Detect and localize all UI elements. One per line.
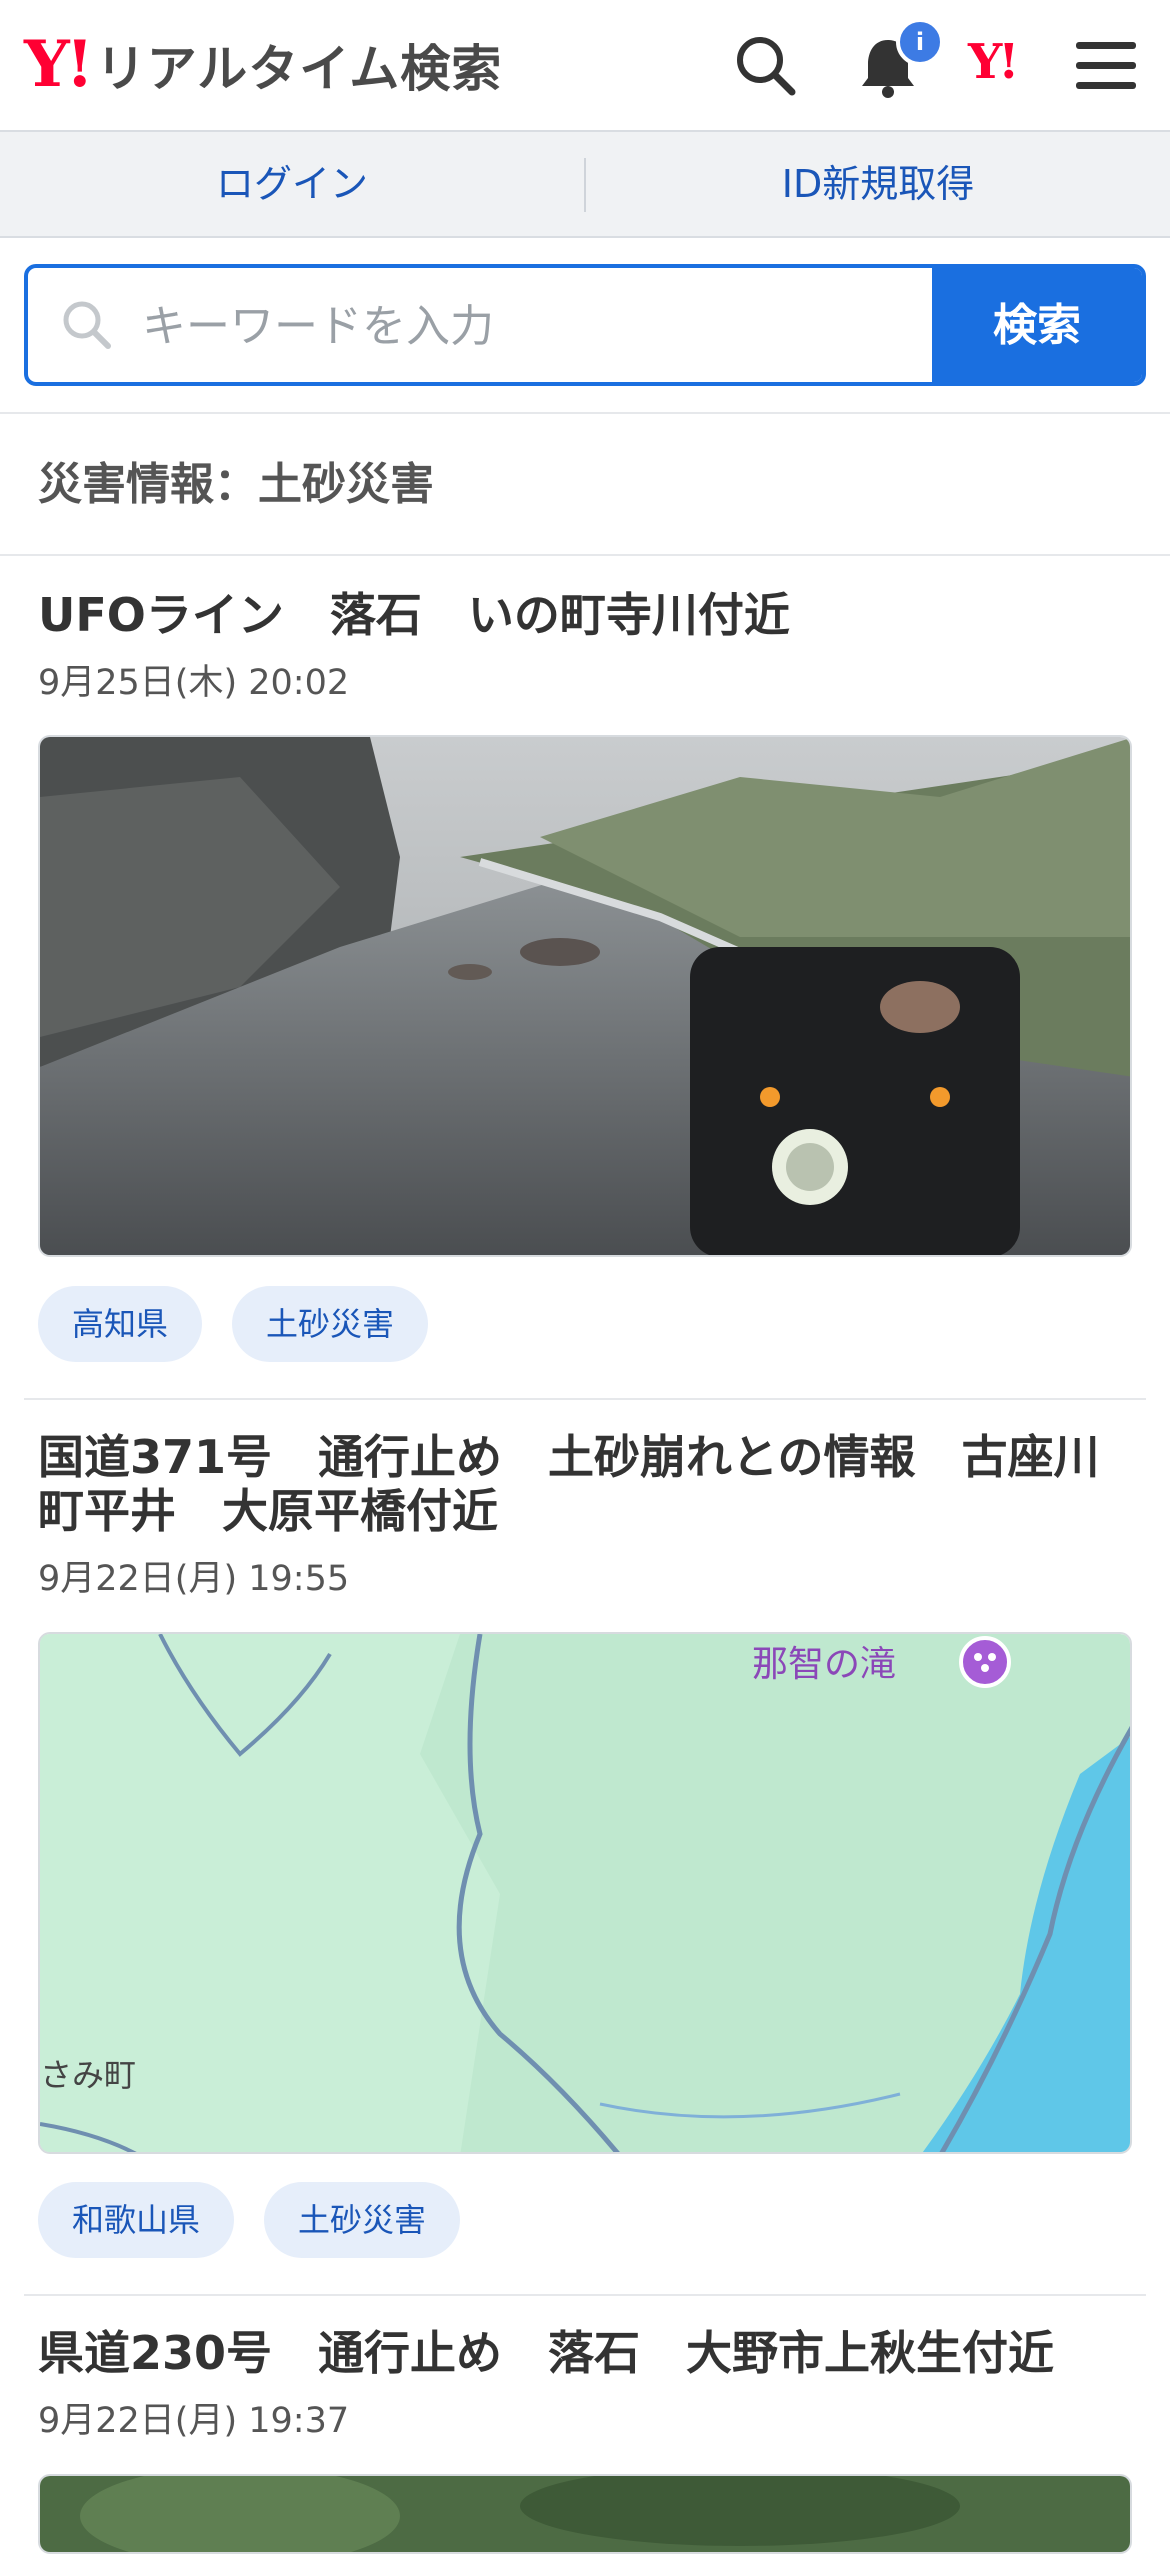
tag-prefecture[interactable]: 高知県: [38, 1286, 203, 1362]
tag-prefecture[interactable]: 和歌山県: [38, 2182, 235, 2258]
account-bar: ログイン ID新規取得: [0, 132, 1170, 238]
article-photo[interactable]: [38, 2474, 1132, 2554]
search-field-icon: [63, 301, 111, 349]
article-title[interactable]: UFOライン 落石 いの町寺川付近: [38, 588, 1138, 642]
login-link[interactable]: ログイン: [0, 132, 584, 236]
article-timestamp: 9月25日(木) 20:02: [38, 663, 350, 703]
article-map[interactable]: 那智の滝 さみ町: [38, 1632, 1132, 2154]
yahoo-logo-icon[interactable]: Y!: [968, 38, 1019, 86]
search-icon[interactable]: [728, 28, 804, 104]
article-timestamp: 9月22日(月) 19:55: [38, 1559, 350, 1599]
logo[interactable]: Y! リアルタイム検索: [24, 30, 502, 100]
yahoo-logo-mark: Y!: [24, 27, 94, 102]
app-header: Y! リアルタイム検索 i Y!: [0, 0, 1170, 132]
menu-icon[interactable]: [1068, 28, 1144, 104]
article-title[interactable]: 県道230号 通行止め 落石 大野市上秋生付近: [38, 2326, 1138, 2380]
search-button[interactable]: 検索: [932, 268, 1142, 382]
search-input[interactable]: [140, 268, 944, 384]
tag-category[interactable]: 土砂災害: [264, 2182, 461, 2258]
divider: [0, 412, 1170, 414]
map-town-label: さみ町: [40, 2056, 136, 2094]
divider: [24, 1398, 1146, 1400]
divider: [0, 554, 1170, 556]
search-box: 検索: [24, 264, 1146, 386]
notification-badge: i: [896, 18, 944, 66]
map-poi-label: 那智の滝: [752, 1644, 896, 1685]
tag-category[interactable]: 土砂災害: [232, 1286, 429, 1362]
article-title[interactable]: 国道371号 通行止め 土砂崩れとの情報 古座川町平井 大原平橋付近: [38, 1430, 1138, 1538]
article-photo[interactable]: [38, 735, 1132, 1257]
app-title: リアルタイム検索: [95, 40, 503, 98]
divider: [24, 2294, 1146, 2296]
register-link[interactable]: ID新規取得: [586, 132, 1170, 236]
article-timestamp: 9月22日(月) 19:37: [38, 2401, 350, 2441]
section-title: 災害情報：土砂災害: [38, 459, 434, 510]
